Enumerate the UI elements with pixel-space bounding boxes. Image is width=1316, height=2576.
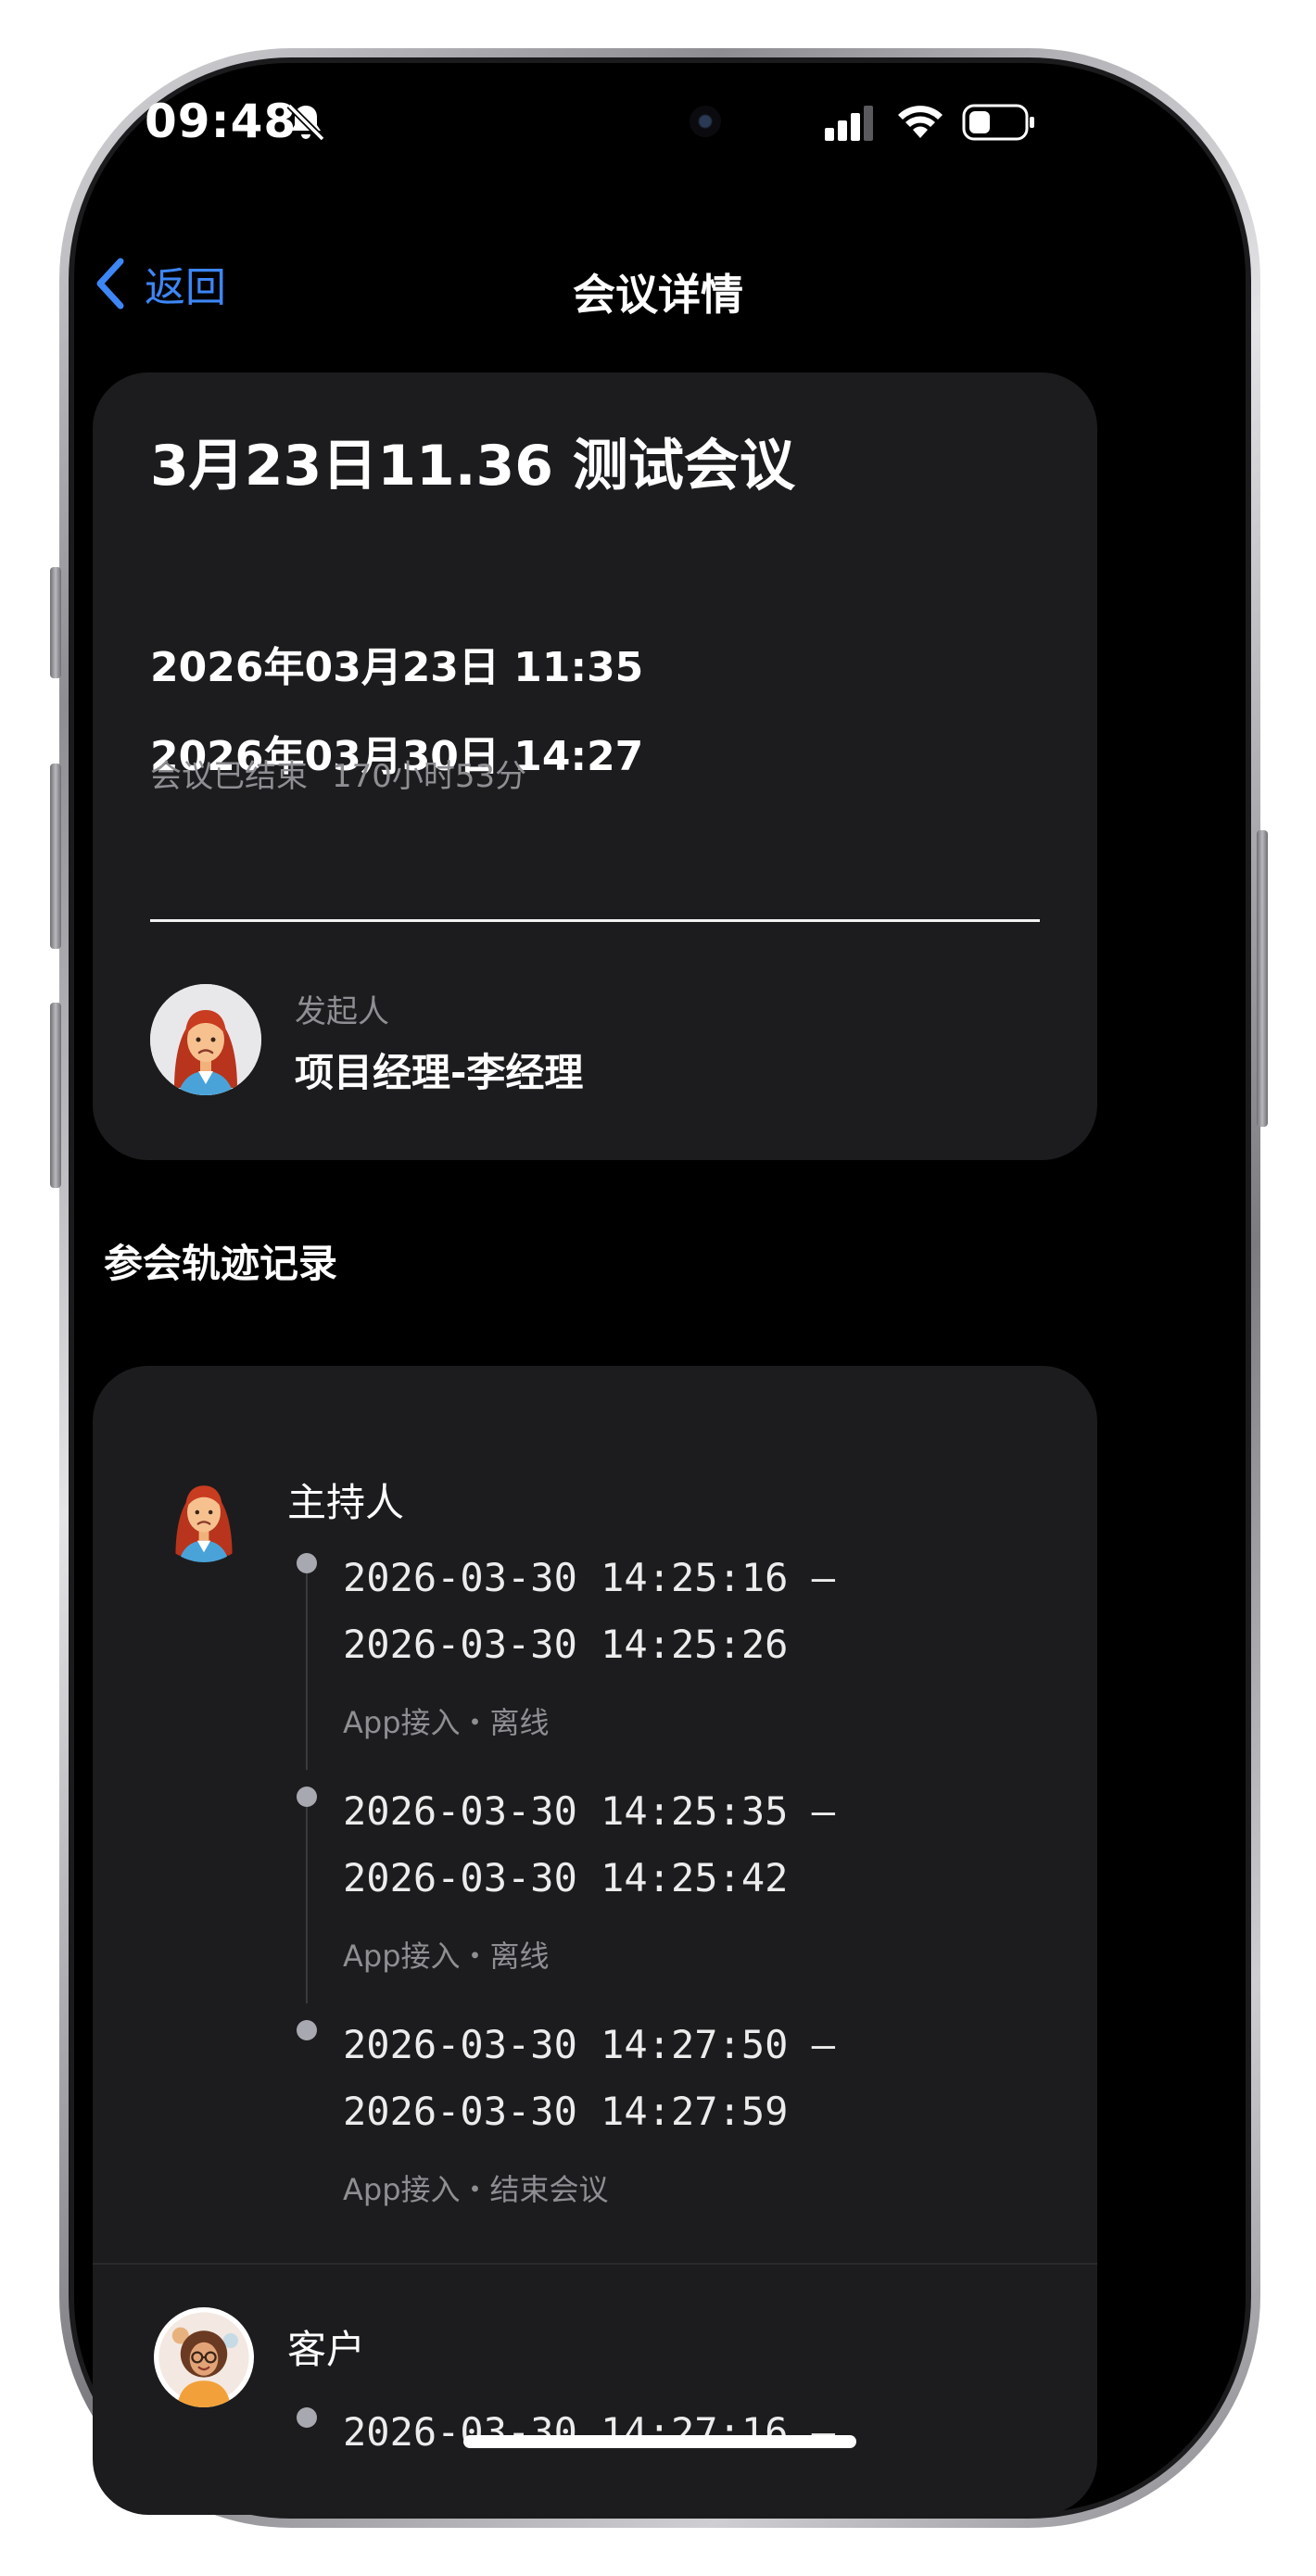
initiator-caption: 发起人 (295, 993, 389, 1030)
meeting-info-card: 3月23日11.36 测试会议 2026年03月23日 11:35 2026年0… (93, 373, 1097, 1160)
page-title: 会议详情 (573, 270, 743, 320)
divider (150, 919, 1040, 922)
wifi-icon (898, 106, 943, 138)
timeline-dot (297, 1553, 317, 1573)
record-meta: App接入・离线 (343, 1938, 550, 1974)
timeline-dot (297, 2407, 317, 2428)
meeting-duration: 170小时53分 (332, 758, 527, 795)
bell-slash-icon (286, 103, 325, 142)
home-indicator[interactable] (463, 2435, 856, 2448)
record-meta: App接入・离线 (343, 1705, 550, 1740)
power-button (1257, 830, 1268, 1127)
battery-icon (962, 104, 1034, 141)
meeting-status-line: 会议已结束 170小时53分 (150, 751, 526, 796)
record-start: 2026-03-30 14:25:16 – (343, 1555, 836, 1600)
record-start: 2026-03-30 14:25:35 – (343, 1788, 836, 1834)
participant-role: 主持人 (287, 1480, 405, 1525)
timeline-dot (297, 1787, 317, 1807)
status-time: 09:48 (145, 95, 297, 148)
initiator-name: 项目经理-李经理 (295, 1050, 584, 1095)
woman-red-hair-avatar-icon (175, 1485, 233, 1562)
timeline-line (306, 1807, 308, 2003)
record-end: 2026-03-30 14:27:59 (343, 2089, 789, 2134)
volume-down-button (50, 1003, 61, 1188)
record-start: 2026-03-30 14:27:50 – (343, 2022, 836, 2067)
meeting-title: 3月23日11.36 测试会议 (150, 434, 795, 499)
record-meta: App接入・结束会议 (343, 2172, 609, 2207)
woman-red-hair-avatar-icon (150, 984, 261, 1095)
client-avatar (154, 2307, 254, 2407)
initiator-avatar (150, 984, 261, 1095)
woman-curly-hair-avatar-icon (158, 2312, 249, 2407)
timeline-dot (297, 2020, 317, 2040)
attendance-records-card: 主持人 2026-03-30 14:25:16 – 2026-03-30 14:… (93, 1366, 1097, 2515)
record-end: 2026-03-30 14:25:26 (343, 1622, 789, 1667)
cellular-signal-icon (825, 106, 873, 141)
section-title: 参会轨迹记录 (104, 1241, 338, 1286)
participant-role: 客户 (287, 2327, 366, 2372)
meeting-status: 会议已结束 (150, 758, 308, 795)
volume-up-button (50, 764, 61, 949)
action-button (50, 567, 61, 678)
meeting-start-time: 2026年03月23日 11:35 (150, 644, 644, 691)
row-separator (93, 2263, 1097, 2265)
timeline-line (306, 1573, 308, 1770)
host-avatar (154, 1462, 254, 1562)
record-end: 2026-03-30 14:25:42 (343, 1855, 789, 1900)
front-camera (690, 106, 721, 137)
